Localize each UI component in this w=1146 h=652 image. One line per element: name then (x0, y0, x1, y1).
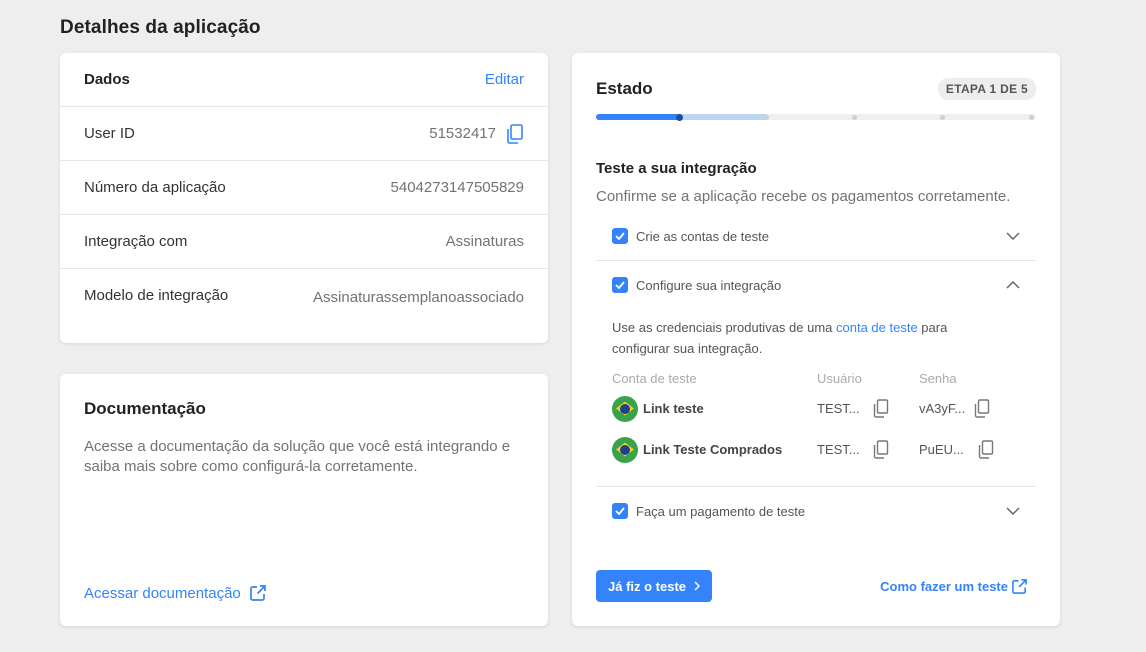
details-header: Dados Editar (60, 53, 548, 107)
account-password: PuEU... (919, 442, 964, 457)
accordion-body: Use as credenciais produtivas de uma con… (596, 309, 1036, 486)
documentation-title: Documentação (84, 399, 206, 418)
status-footer: Já fiz o teste Como fazer um teste (596, 570, 1036, 602)
copy-icon[interactable] (506, 123, 524, 144)
accordion-label: Faça um pagamento de teste (636, 503, 806, 519)
account-password: vA3yF... (919, 401, 966, 416)
test-account-link[interactable]: conta de teste (836, 320, 918, 335)
checkbox-checked[interactable] (612, 228, 628, 244)
documentation-card: Documentação Acesse a documentação da so… (60, 374, 548, 626)
checkbox-checked[interactable] (612, 277, 628, 293)
progress-step-dot (852, 115, 857, 120)
progress-step-dot (1029, 115, 1034, 120)
account-user: TEST... (817, 442, 860, 457)
copy-icon[interactable] (978, 440, 994, 459)
accordion-header[interactable]: Crie as contas de teste (596, 212, 1036, 260)
status-card: Estado ETAPA 1 DE 5 Teste a sua integraç… (572, 53, 1060, 626)
user-id-value: 51532417 (429, 125, 496, 142)
column-header: Conta de teste (612, 370, 697, 386)
account-name: Link teste (643, 401, 704, 416)
account-name: Link Teste Comprados (643, 442, 783, 457)
detail-label: User ID (84, 125, 135, 142)
test-accounts-table: Conta de teste Usuário Senha Link teste … (612, 368, 1012, 470)
config-instructions: Use as credenciais produtivas de uma con… (612, 320, 948, 356)
how-to-test-link[interactable]: Como fazer um teste (880, 578, 1028, 595)
detail-row-application-number: Número da aplicação 5404273147505829 (60, 161, 548, 215)
accordion-label: Configure sua integração (636, 277, 782, 293)
chevron-right-icon (694, 581, 701, 591)
external-link-icon (1012, 578, 1027, 594)
chevron-down-icon[interactable] (1006, 507, 1020, 515)
detail-row-integration-model: Modelo de integração Assinaturassemplano… (60, 269, 548, 343)
section-description: Confirme se a aplicação recebe os pagame… (596, 188, 1011, 205)
documentation-description: Acesse a documentação da solução que voc… (84, 438, 511, 475)
application-number-value: 5404273147505829 (390, 179, 524, 196)
external-link-icon (249, 585, 266, 601)
progress-step-dot (940, 115, 945, 120)
progress-step-dot (764, 115, 769, 120)
detail-label: Integração com (84, 233, 188, 250)
detail-label: Número da aplicação (84, 179, 226, 196)
integration-value: Assinaturas (445, 233, 524, 250)
accordion-header[interactable]: Configure sua integração (596, 261, 1036, 309)
test-done-button-label: Já fiz o teste (608, 578, 687, 594)
accordion-item-create-accounts: Crie as contas de teste (596, 212, 1036, 261)
accordion-label: Crie as contas de teste (636, 228, 769, 244)
page-title: Detalhes da aplicação (60, 17, 261, 38)
accordion-item-make-test-payment: Faça um pagamento de teste (596, 487, 1036, 535)
table-row: Link teste TEST... vA3yF... (612, 388, 1012, 429)
column-header: Senha (919, 370, 957, 386)
copy-icon[interactable] (974, 399, 990, 418)
edit-link[interactable]: Editar (485, 71, 524, 88)
how-to-test-label: Como fazer um teste (880, 578, 1008, 594)
documentation-link[interactable]: Acessar documentação (84, 584, 267, 602)
table-header: Conta de teste Usuário Senha (612, 368, 1012, 388)
column-header: Usuário (817, 370, 862, 386)
integration-model-value: Assinaturassemplanoassociado (313, 289, 524, 306)
chevron-down-icon[interactable] (1006, 232, 1020, 240)
progress-step-dot (676, 114, 683, 121)
step-badge: ETAPA 1 DE 5 (937, 78, 1036, 100)
documentation-link-label: Acessar documentação (84, 584, 241, 602)
application-details-card: Dados Editar User ID 51532417 Número da … (60, 53, 548, 343)
chevron-up-icon[interactable] (1006, 281, 1020, 289)
brazil-flag-icon (612, 436, 638, 463)
section-title: Teste a sua integração (596, 160, 757, 177)
progress-bar (596, 113, 1036, 121)
status-title: Estado (596, 79, 653, 98)
detail-row-integration: Integração com Assinaturas (60, 215, 548, 269)
copy-icon[interactable] (873, 440, 889, 459)
account-user: TEST... (817, 401, 860, 416)
checkbox-checked[interactable] (612, 503, 628, 519)
copy-icon[interactable] (873, 399, 889, 418)
detail-row-user-id: User ID 51532417 (60, 107, 548, 161)
accordion-header[interactable]: Faça um pagamento de teste (596, 487, 1036, 535)
test-done-button[interactable]: Já fiz o teste (596, 570, 713, 602)
detail-label: Modelo de integração (84, 287, 229, 304)
brazil-flag-icon (612, 395, 638, 422)
details-header-label: Dados (84, 71, 130, 88)
table-row: Link Teste Comprados TEST... PuEU... (612, 429, 1012, 470)
accordion-item-configure-integration: Configure sua integração Use as credenci… (596, 261, 1036, 487)
